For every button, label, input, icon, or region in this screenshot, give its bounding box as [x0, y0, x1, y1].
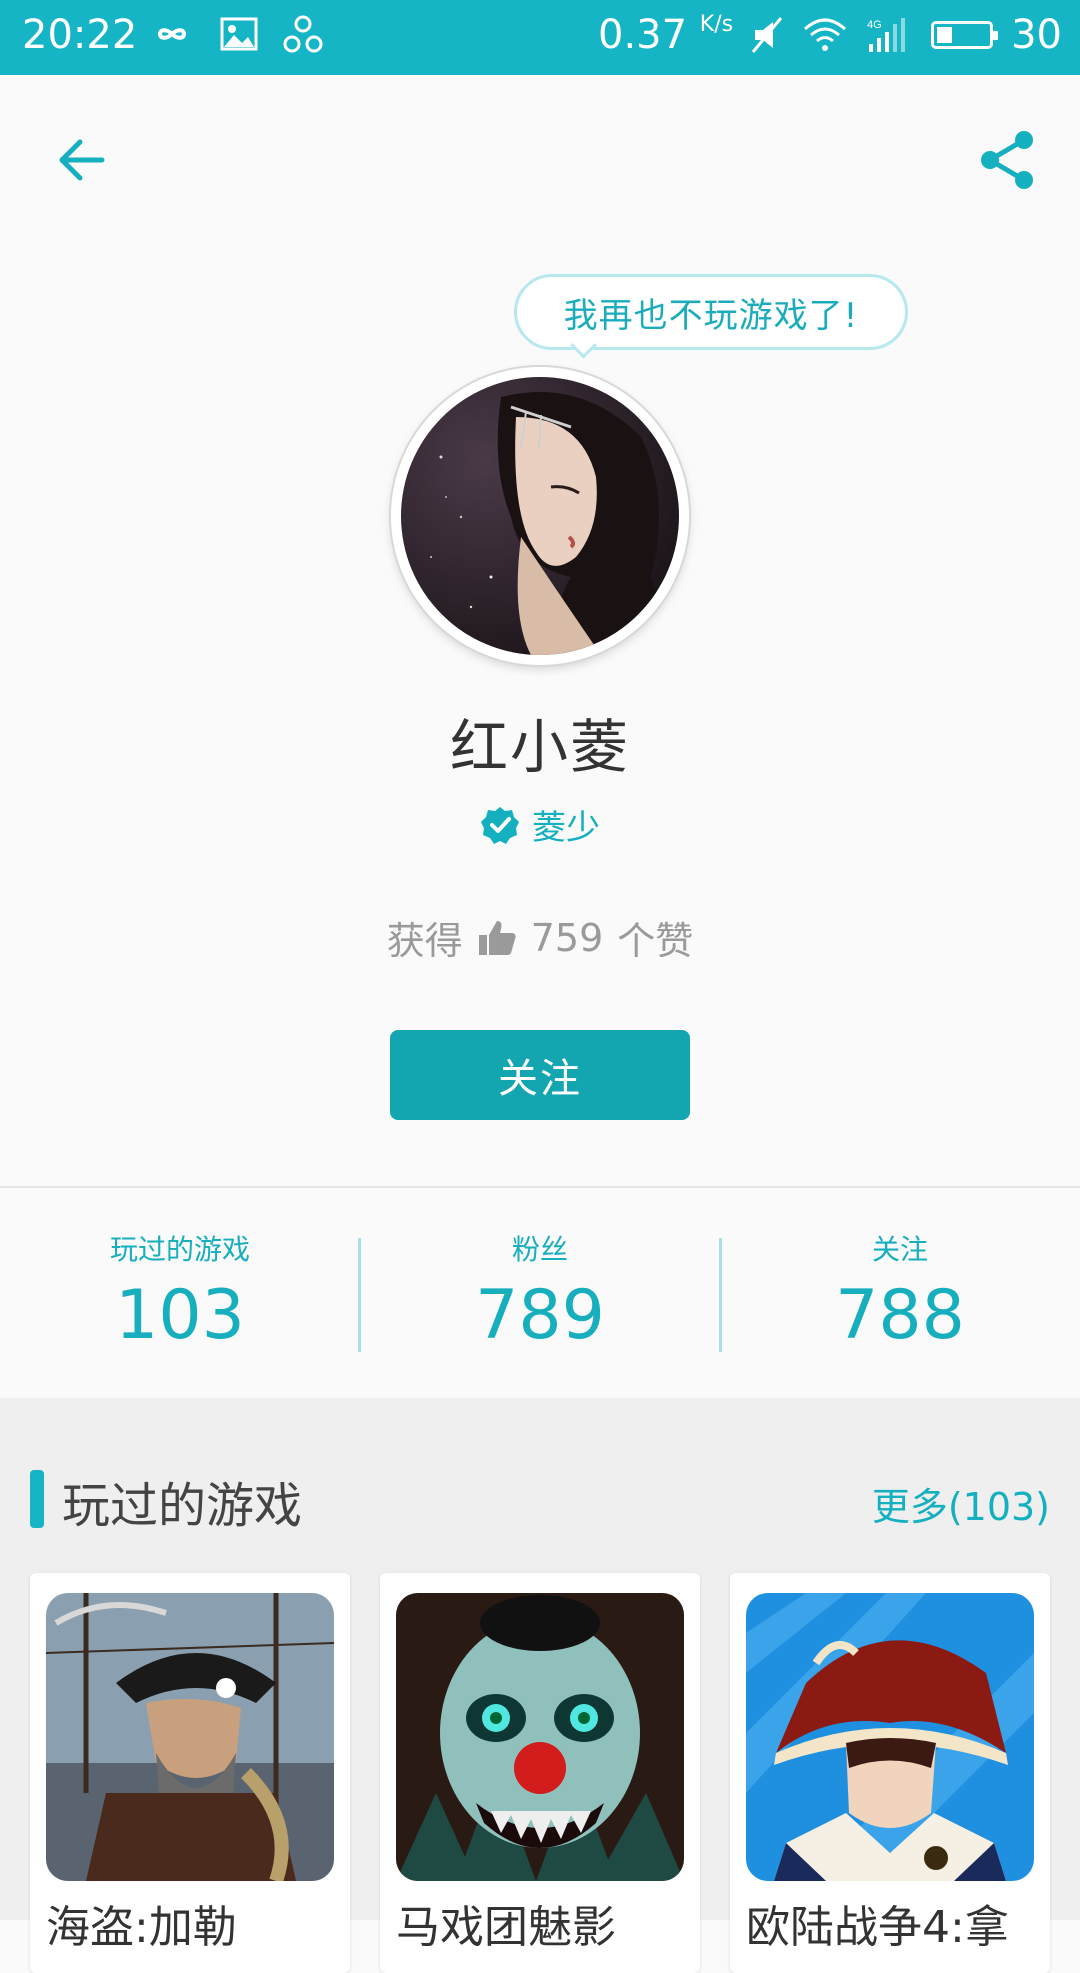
stat-divider: [719, 1238, 722, 1352]
stats-bar: 玩过的游戏 103 粉丝 789 关注 788: [0, 1188, 1080, 1398]
game-icon-european-war: [746, 1593, 1034, 1881]
user-name: 红小菱: [449, 713, 630, 781]
share-icon[interactable]: [976, 128, 1040, 192]
stat-following[interactable]: 关注 788: [720, 1188, 1080, 1398]
likes-prefix: 获得: [386, 919, 463, 963]
verified-label: 菱少: [532, 808, 600, 848]
game-card[interactable]: 海盗:加勒: [30, 1573, 350, 1973]
game-name: 马戏团魅影: [396, 1902, 616, 1953]
mute-icon: [751, 17, 783, 53]
likes-row: 获得 759 个赞: [0, 910, 1080, 965]
infinity-icon: [157, 28, 187, 40]
thumbs-up-icon: [478, 920, 516, 955]
battery-icon: [931, 21, 999, 49]
stat-label: 粉丝: [511, 1233, 568, 1266]
stat-label: 关注: [871, 1233, 928, 1266]
section-title: 玩过的游戏: [62, 1478, 303, 1534]
wifi-icon: [804, 18, 847, 51]
stat-value: 789: [475, 1276, 605, 1355]
section-accent-bar: [30, 1470, 44, 1528]
back-arrow-icon[interactable]: [52, 130, 112, 190]
status-bar: 20:22 0.37 K/s 4G 30: [0, 0, 1080, 75]
verified-badge-icon: [481, 806, 519, 844]
link-icon: [283, 15, 323, 53]
stat-label: 玩过的游戏: [109, 1233, 250, 1266]
game-icon-pirates: [46, 1593, 334, 1881]
stat-divider: [358, 1238, 361, 1352]
stat-games-played[interactable]: 玩过的游戏 103: [0, 1188, 360, 1398]
stat-value: 788: [835, 1276, 965, 1355]
more-link[interactable]: 更多(103): [872, 1476, 1050, 1531]
network-speed: 0.37 K/s: [598, 12, 734, 58]
likes-suffix: 个赞: [617, 919, 694, 963]
follow-button[interactable]: 关注: [390, 1030, 690, 1120]
status-bubble: 我再也不玩游戏了!: [514, 274, 908, 350]
game-name: 欧陆战争4:拿: [746, 1902, 1009, 1953]
battery-level: 30: [1011, 12, 1062, 58]
game-card[interactable]: 欧陆战争4:拿: [730, 1573, 1050, 1973]
likes-count: 759: [530, 915, 604, 960]
stat-value: 103: [115, 1276, 245, 1355]
stat-fans[interactable]: 粉丝 789: [360, 1188, 720, 1398]
4g-signal-icon: 4G: [867, 18, 906, 52]
game-card[interactable]: 马戏团魅影: [380, 1573, 700, 1973]
game-icon-clown: [396, 1593, 684, 1881]
games-list: 海盗:加勒 马戏团魅影 欧陆战争4:拿: [30, 1573, 1050, 1973]
status-time: 20:22: [22, 12, 138, 58]
image-icon: [220, 17, 258, 51]
games-section: 玩过的游戏 更多(103) 海盗:加勒 马戏团魅影 欧陆战争4:拿: [0, 1398, 1080, 1973]
verified-row: 菱少: [0, 800, 1080, 849]
avatar[interactable]: [401, 377, 679, 655]
game-name: 海盗:加勒: [46, 1902, 237, 1953]
svg-text:4G: 4G: [867, 19, 882, 31]
